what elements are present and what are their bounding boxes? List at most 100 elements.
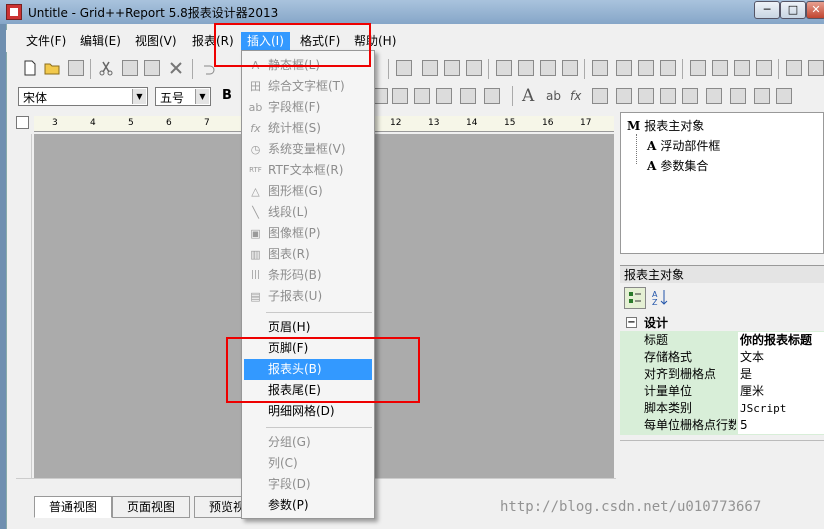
tree-item-root[interactable]: M 报表主对象 (627, 117, 704, 134)
menu-item-subreport[interactable]: ▤ 子报表(U) (244, 286, 372, 307)
line-icon: ╲ (252, 206, 259, 219)
menu-item-barcode[interactable]: ||| 条形码(B) (244, 265, 372, 286)
tool-static-text-icon[interactable]: A (522, 86, 534, 106)
align-left-icon[interactable] (396, 60, 412, 76)
property-value[interactable]: 文本 (738, 349, 824, 366)
bold-button[interactable]: B (222, 88, 232, 103)
vspace-dec-icon[interactable] (734, 60, 750, 76)
tool-shape-box-icon[interactable] (638, 88, 654, 104)
tool-subreport-icon[interactable] (776, 88, 792, 104)
align-top-icon[interactable] (422, 60, 438, 76)
vspace-equal-icon[interactable] (690, 60, 706, 76)
tool-line-icon[interactable] (660, 88, 676, 104)
send-back-icon[interactable] (808, 60, 824, 76)
border-left-icon[interactable] (414, 88, 430, 104)
maximize-button[interactable]: □ (780, 1, 806, 19)
align-bottom-icon[interactable] (466, 60, 482, 76)
same-width-icon[interactable] (496, 60, 512, 76)
menu-item-label: RTF文本框(R) (268, 163, 344, 177)
tool-system-var-icon[interactable] (592, 88, 608, 104)
menu-item-page-header[interactable]: 页眉(H) (244, 317, 372, 338)
menu-item-detail-grid[interactable]: 明细网格(D) (244, 401, 372, 422)
property-value[interactable]: 是 (738, 366, 824, 383)
menu-item-field[interactable]: 字段(D) (244, 474, 372, 495)
property-row[interactable]: 存储格式 文本 (620, 349, 824, 366)
field-box-icon: ab (248, 101, 263, 114)
vspace-remove-icon[interactable] (756, 60, 772, 76)
menu-item-summary-box[interactable]: fx 统计框(S) (244, 118, 372, 139)
tab-normal-view[interactable]: 普通视图 (34, 496, 113, 518)
property-value[interactable]: 5 (738, 417, 824, 434)
hspace-dec-icon[interactable] (638, 60, 654, 76)
collapse-icon[interactable]: − (626, 317, 637, 328)
copy-icon[interactable] (122, 60, 138, 76)
tool-memo-box-icon[interactable] (616, 88, 632, 104)
property-value[interactable]: JScript (738, 400, 824, 417)
font-name-select[interactable]: 宋体 ▼ (18, 87, 148, 106)
tool-rtf-box-icon[interactable] (682, 88, 698, 104)
menu-item-picture-box[interactable]: ▣ 图像框(P) (244, 223, 372, 244)
property-row[interactable]: 脚本类别 JScript (620, 400, 824, 417)
minimize-button[interactable]: ─ (754, 1, 780, 19)
cut-icon[interactable] (98, 60, 114, 76)
tool-barcode-icon[interactable] (754, 88, 770, 104)
font-size-select[interactable]: 五号 ▼ (155, 87, 211, 106)
same-height-icon[interactable] (518, 60, 534, 76)
border-right-icon[interactable] (436, 88, 452, 104)
menu-item-field-box[interactable]: ab 字段框(F) (244, 97, 372, 118)
tab-page-view[interactable]: 页面视图 (112, 496, 191, 518)
border-bottom-icon[interactable] (392, 88, 408, 104)
bring-front-icon[interactable] (786, 60, 802, 76)
tree-item-parameters[interactable]: A 参数集合 (647, 157, 708, 174)
menu-item-chart[interactable]: ▥ 图表(R) (244, 244, 372, 265)
open-folder-icon[interactable] (44, 60, 60, 76)
border-none-icon[interactable] (484, 88, 500, 104)
standard-toolbar (16, 56, 824, 82)
sort-alpha-icon[interactable]: AZ (650, 287, 672, 309)
close-button[interactable]: ✕ (806, 1, 824, 19)
property-value[interactable]: 你的报表标题 (738, 332, 824, 349)
menu-item-line[interactable]: ╲ 线段(L) (244, 202, 372, 223)
menu-item-rtf-box[interactable]: RTF RTF文本框(R) (244, 160, 372, 181)
property-row[interactable]: 对齐到栅格点 是 (620, 366, 824, 383)
menu-view[interactable]: 视图(V) (129, 32, 183, 51)
delete-icon[interactable] (168, 60, 184, 76)
menu-item-system-var-box[interactable]: ◷ 系统变量框(V) (244, 139, 372, 160)
property-name: 标题 (644, 332, 736, 349)
chevron-down-icon[interactable]: ▼ (195, 89, 209, 104)
tool-summary-box-icon[interactable]: fx (570, 89, 581, 103)
tool-field-box-icon[interactable]: ab (546, 89, 561, 103)
grid-size-icon[interactable] (562, 60, 578, 76)
tree-item-floating-controls[interactable]: A 浮动部件框 (647, 137, 720, 154)
menu-item-parameter[interactable]: 参数(P) (244, 495, 372, 516)
save-icon[interactable] (68, 60, 84, 76)
paste-icon[interactable] (144, 60, 160, 76)
new-file-icon[interactable] (22, 60, 38, 76)
menu-item-label: 条形码(B) (268, 268, 322, 282)
hspace-inc-icon[interactable] (616, 60, 632, 76)
menu-item-label: 子报表(U) (268, 289, 323, 303)
menu-item-group[interactable]: 分组(G) (244, 432, 372, 453)
property-row[interactable]: 标题 你的报表标题 (620, 332, 824, 349)
property-row[interactable]: 计量单位 厘米 (620, 383, 824, 400)
tool-chart-icon[interactable] (730, 88, 746, 104)
menu-item-column[interactable]: 列(C) (244, 453, 372, 474)
ruler-mark: 15 (504, 118, 516, 128)
tool-picture-box-icon[interactable] (706, 88, 722, 104)
property-value[interactable]: 厘米 (738, 383, 824, 400)
ruler-corner[interactable] (16, 116, 29, 129)
same-size-icon[interactable] (540, 60, 556, 76)
menu-edit[interactable]: 编辑(E) (74, 32, 127, 51)
property-row[interactable]: 每单位栅格点行数 5 (620, 417, 824, 434)
align-middle-icon[interactable] (444, 60, 460, 76)
menu-item-memo-box[interactable]: 田综合文字框(T) (244, 76, 372, 97)
hspace-equal-icon[interactable] (592, 60, 608, 76)
chevron-down-icon[interactable]: ▼ (132, 89, 146, 104)
menu-file[interactable]: 文件(F) (20, 32, 72, 51)
vspace-inc-icon[interactable] (712, 60, 728, 76)
border-all-icon[interactable] (460, 88, 476, 104)
property-category[interactable]: − 设计 (620, 315, 824, 331)
hspace-remove-icon[interactable] (660, 60, 676, 76)
categorized-icon[interactable] (624, 287, 646, 309)
menu-item-shape-box[interactable]: △ 图形框(G) (244, 181, 372, 202)
